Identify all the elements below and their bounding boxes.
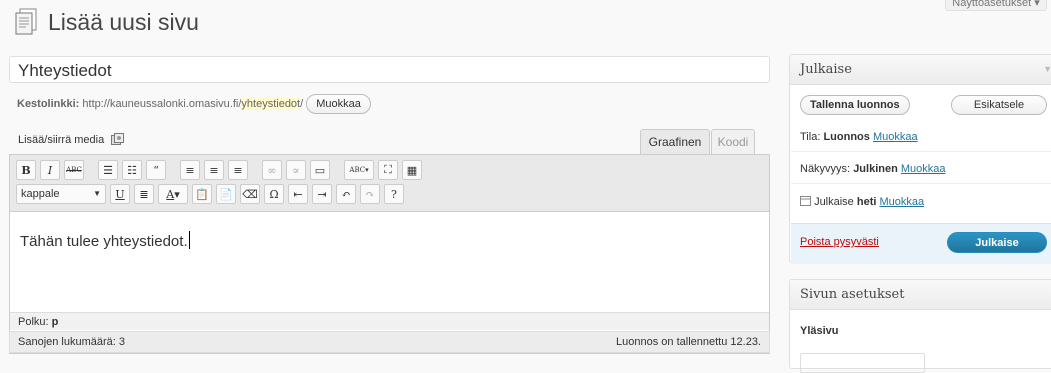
paste-text-icon[interactable]: 📋 — [192, 184, 212, 204]
text-color-icon[interactable]: A ▾ — [158, 184, 188, 204]
publish-box: Julkaise ▼ Tallenna luonnos Esikatsele T… — [789, 54, 1051, 264]
status-value: Luonnos — [823, 131, 870, 143]
visibility-row: Näkyvyys: Julkinen Muokkaa — [800, 163, 946, 175]
add-media-label: Lisää/siirrä media — [18, 134, 105, 146]
undo-icon[interactable]: ↶ — [336, 184, 356, 204]
visibility-label: Näkyvyys: — [800, 163, 851, 175]
permalink: Kestolinkki: http://kauneussalonki.omasi… — [17, 94, 371, 114]
chevron-down-icon: ▼ — [93, 189, 101, 198]
strikethrough-button[interactable]: ABC — [64, 160, 84, 180]
format-select-value: kappale — [21, 188, 60, 200]
word-count-bar: Sanojen lukumäärä: 3 Luonnos on tallenne… — [9, 331, 770, 353]
tab-html[interactable]: Koodi — [711, 129, 755, 154]
schedule-row: Julkaise heti Muokkaa — [800, 195, 924, 208]
add-media-link[interactable]: Lisää/siirrä media — [18, 133, 125, 146]
page-attributes-title: Sivun asetukset — [800, 287, 905, 302]
schedule-value: heti — [856, 196, 877, 208]
page-attributes-header[interactable]: Sivun asetukset — [790, 280, 1051, 310]
permalink-trail: / — [300, 98, 304, 110]
editor-path: Polku: p — [10, 312, 769, 330]
save-draft-button[interactable]: Tallenna luonnos — [800, 95, 910, 115]
delete-permanently-link[interactable]: Poista pysyvästi — [800, 236, 879, 248]
edit-permalink-button[interactable]: Muokkaa — [306, 94, 371, 114]
permalink-slug[interactable]: yhteystiedot — [241, 98, 301, 110]
special-char-icon[interactable]: Ω — [264, 184, 284, 204]
link-icon[interactable]: ∞ — [262, 160, 282, 180]
status-row: Tila: Luonnos Muokkaa — [800, 131, 918, 143]
italic-button[interactable]: I — [40, 160, 60, 180]
align-left-icon[interactable]: ≡ — [180, 160, 200, 180]
schedule-label: Julkaise — [814, 196, 854, 208]
blockquote-icon[interactable]: “ — [146, 160, 166, 180]
outdent-icon[interactable]: ⇤ — [288, 184, 308, 204]
redo-icon[interactable]: ↷ — [360, 184, 380, 204]
screen-options-button[interactable]: Näyttöasetukset ▾ — [945, 0, 1047, 11]
tab-visual[interactable]: Graafinen — [640, 129, 710, 154]
publish-box-title: Julkaise — [800, 62, 852, 77]
publish-button[interactable]: Julkaise — [947, 232, 1047, 253]
path-label: Polku: — [18, 316, 49, 328]
align-right-icon[interactable]: ≡ — [228, 160, 248, 180]
editor-toolbar: B I ABC ☰ ☷ “ ≡ ≡ ≡ ∞ ∝ ▭ ABC▾ ⛶ ▦ kappa… — [10, 155, 769, 212]
visibility-value: Julkinen — [853, 163, 898, 175]
kitchen-sink-icon[interactable]: ▦ — [402, 160, 422, 180]
publish-actions: Poista pysyvästi Julkaise — [791, 223, 1051, 264]
justify-icon[interactable]: ≣ — [134, 184, 154, 204]
preview-button[interactable]: Esikatsele — [951, 95, 1047, 115]
calendar-icon — [800, 196, 811, 206]
text-caret — [188, 231, 190, 249]
more-tag-icon[interactable]: ▭ — [310, 160, 330, 180]
parent-select[interactable] — [800, 353, 925, 373]
permalink-base: http://kauneussalonki.omasivu.fi/ — [82, 98, 242, 110]
toggle-arrow-icon[interactable]: ▼ — [1043, 55, 1051, 84]
draft-saved-status: Luonnos on tallennettu 12.23. — [616, 336, 761, 348]
edit-schedule-link[interactable]: Muokkaa — [880, 196, 925, 208]
word-count: Sanojen lukumäärä: 3 — [18, 336, 126, 348]
numbered-list-icon[interactable]: ☷ — [122, 160, 142, 180]
align-center-icon[interactable]: ≡ — [204, 160, 224, 180]
path-value[interactable]: p — [52, 316, 59, 328]
edit-visibility-link[interactable]: Muokkaa — [901, 163, 946, 175]
publish-box-header[interactable]: Julkaise ▼ — [790, 55, 1051, 85]
permalink-label: Kestolinkki: — [17, 98, 80, 110]
format-select[interactable]: kappale ▼ — [16, 184, 106, 204]
remove-format-icon[interactable]: ⌫ — [240, 184, 260, 204]
editor-text: Tähän tulee yhteystiedot. — [20, 233, 188, 250]
edit-status-link[interactable]: Muokkaa — [873, 131, 918, 143]
page-title: Lisää uusi sivu — [48, 9, 199, 35]
underline-button[interactable]: U — [110, 184, 130, 204]
paste-word-icon[interactable]: 📄 — [216, 184, 236, 204]
bullet-list-icon[interactable]: ☰ — [98, 160, 118, 180]
fullscreen-icon[interactable]: ⛶ — [378, 160, 398, 180]
post-title-input[interactable]: Yhteystiedot — [9, 56, 770, 83]
parent-label: Yläsivu — [800, 325, 839, 337]
spellcheck-icon[interactable]: ABC▾ — [344, 160, 374, 180]
help-icon[interactable]: ? — [384, 184, 404, 204]
bold-button[interactable]: B — [16, 160, 36, 180]
editor-content[interactable]: Tähän tulee yhteystiedot. — [20, 231, 190, 250]
page-icon — [15, 8, 37, 35]
status-label: Tila: — [800, 131, 821, 143]
unlink-icon[interactable]: ∝ — [286, 160, 306, 180]
indent-icon[interactable]: ⇥ — [312, 184, 332, 204]
media-icon — [111, 133, 125, 145]
